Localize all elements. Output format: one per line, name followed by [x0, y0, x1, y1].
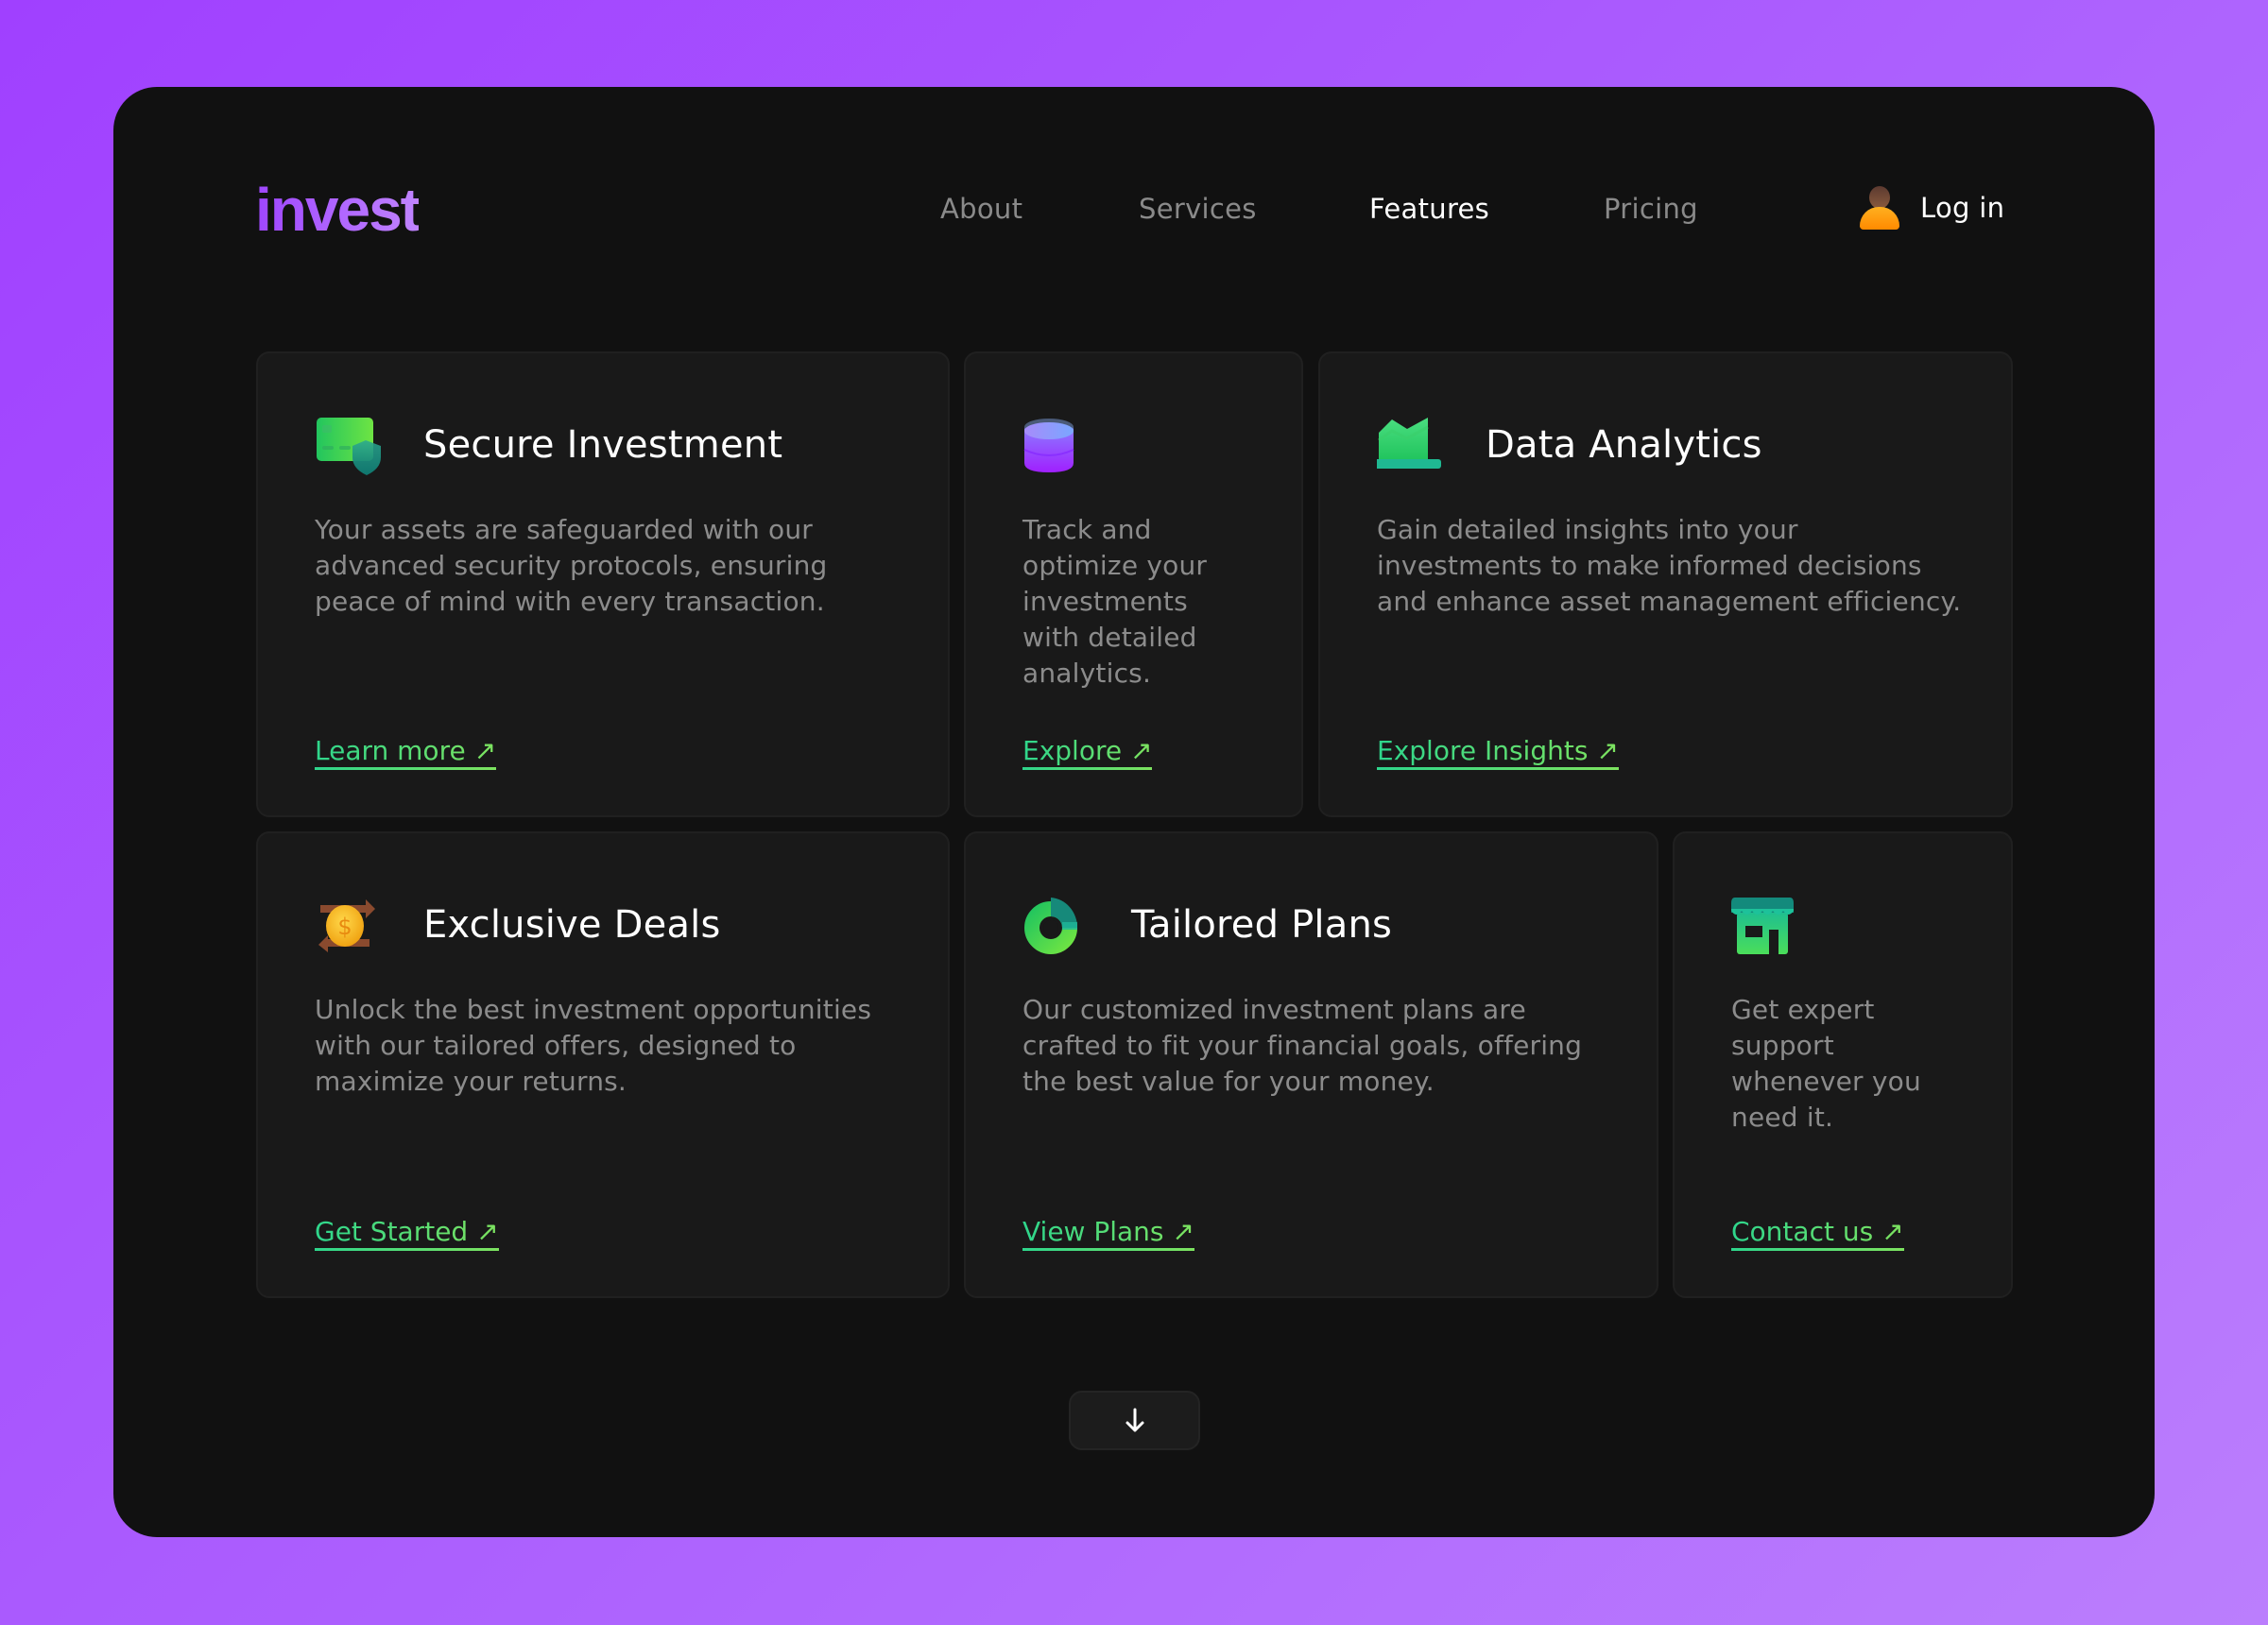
login-label: Log in	[1920, 192, 2005, 224]
logo[interactable]: invest	[255, 180, 421, 240]
login-button[interactable]: Log in	[1860, 185, 2004, 231]
card-title: Tailored Plans	[1131, 903, 1393, 947]
storefront-icon	[1731, 896, 1799, 956]
card-description: Your assets are safeguarded with our adv…	[315, 514, 828, 617]
user-avatar-icon	[1860, 186, 1899, 230]
feature-card-support: Get expert support whenever you need it.…	[1673, 831, 2013, 1298]
card-title: Secure Investment	[423, 423, 783, 467]
feature-card-secure-investment: Secure Investment Your assets are safegu…	[256, 351, 950, 817]
feature-card-exclusive-deals: $ Exclusive Deals Unlock the best invest…	[256, 831, 950, 1298]
card-description: Gain detailed insights into your investm…	[1377, 514, 1962, 617]
scroll-down-button[interactable]	[1069, 1391, 1200, 1450]
credit-card-shield-icon	[315, 416, 383, 476]
card-description: Our customized investment plans are craf…	[1022, 994, 1583, 1097]
nav-item-pricing[interactable]: Pricing	[1604, 193, 1698, 225]
svg-text:$: $	[337, 914, 352, 940]
area-chart-icon	[1373, 416, 1445, 476]
feature-card-track: Track and optimize your investments with…	[964, 351, 1303, 817]
card-title: Data Analytics	[1486, 423, 1762, 467]
explore-insights-link[interactable]: Explore Insights ↗	[1377, 735, 1619, 770]
explore-link[interactable]: Explore ↗	[1022, 735, 1153, 770]
app-frame: invest About Services Features Pricing L…	[113, 87, 2155, 1537]
card-description: Unlock the best investment opportunities…	[315, 994, 872, 1097]
nav-item-about[interactable]: About	[940, 193, 1022, 225]
contact-us-link[interactable]: Contact us ↗	[1731, 1216, 1904, 1251]
arrow-down-icon	[1125, 1408, 1143, 1431]
learn-more-link[interactable]: Learn more ↗	[315, 735, 497, 770]
card-description: Track and optimize your investments with…	[1022, 514, 1208, 689]
database-stack-icon	[1022, 416, 1091, 476]
card-title: Exclusive Deals	[423, 903, 721, 947]
feature-card-data-analytics: Data Analytics Gain detailed insights in…	[1318, 351, 2013, 817]
view-plans-link[interactable]: View Plans ↗	[1022, 1216, 1194, 1251]
nav-item-features[interactable]: Features	[1369, 193, 1489, 225]
nav-item-services[interactable]: Services	[1139, 193, 1257, 225]
coin-exchange-icon: $	[315, 896, 383, 956]
donut-chart-icon	[1022, 896, 1091, 956]
get-started-link[interactable]: Get Started ↗	[315, 1216, 499, 1251]
card-description: Get expert support whenever you need it.	[1731, 994, 1921, 1133]
feature-card-tailored-plans: Tailored Plans Our customized investment…	[964, 831, 1658, 1298]
